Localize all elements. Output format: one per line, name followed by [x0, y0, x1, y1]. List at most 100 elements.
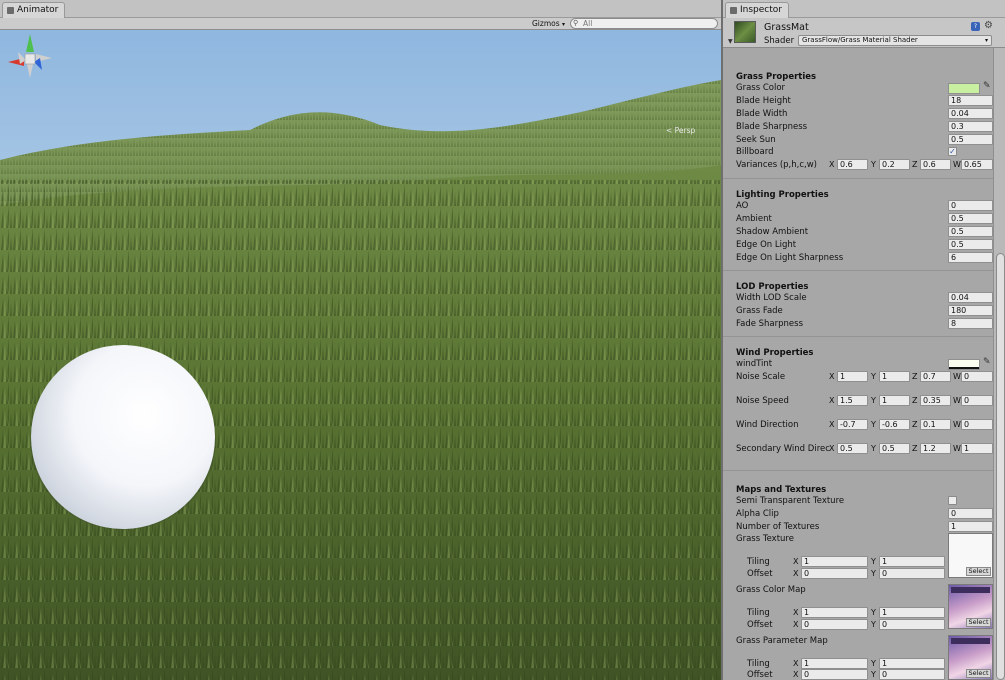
scene-viewport[interactable]: < Persp: [0, 30, 721, 680]
num-textures-field[interactable]: 1: [948, 521, 993, 532]
noise-speed-y-field[interactable]: 1: [879, 395, 910, 406]
wind-direction-y-field[interactable]: -0.6: [879, 419, 910, 430]
alpha-bar: [949, 367, 979, 369]
grass-fade-field[interactable]: 180: [948, 305, 993, 316]
variances-x-field[interactable]: 0.6: [837, 159, 868, 170]
ambient-field[interactable]: 0.5: [948, 213, 993, 224]
scene-toolbar: Gizmos ▾ ⚲ All: [0, 18, 721, 30]
shadow-ambient-field[interactable]: 0.5: [948, 226, 993, 237]
wind-tint-swatch[interactable]: [948, 359, 980, 370]
section-lighting-properties: Lighting Properties: [736, 190, 829, 200]
color-map-select-button[interactable]: Select: [966, 618, 991, 627]
noise-scale-x-field[interactable]: 1: [837, 371, 868, 382]
shader-dropdown[interactable]: GrassFlow/Grass Material Shader ▾: [798, 35, 992, 46]
grass-texture-offset-y-field[interactable]: 0: [879, 568, 945, 579]
axis-z-label: Z: [912, 396, 918, 405]
wind-direction-w-field[interactable]: 0: [961, 419, 993, 430]
color-map-label: Grass Color Map: [736, 585, 806, 595]
param-map-tiling-y-field[interactable]: 1: [879, 658, 945, 669]
material-properties: Grass Properties Grass Color ✎ Blade Hei…: [723, 48, 993, 680]
secondary-wind-w-field[interactable]: 1: [961, 443, 993, 454]
fade-sharpness-field[interactable]: 8: [948, 318, 993, 329]
grass-fade-label: Grass Fade: [736, 306, 783, 316]
billboard-checkbox[interactable]: ✓: [948, 147, 957, 156]
noise-scale-y-field[interactable]: 1: [879, 371, 910, 382]
inspector-panel: Inspector GrassMat Shader GrassFlow/Gras…: [721, 0, 1005, 680]
material-header: GrassMat Shader GrassFlow/Grass Material…: [723, 18, 1005, 48]
semi-transparent-checkbox[interactable]: [948, 496, 957, 505]
tiling-label: Tiling: [747, 557, 770, 567]
blade-width-label: Blade Width: [736, 109, 788, 119]
variances-z-field[interactable]: 0.6: [920, 159, 951, 170]
grass-texture-slot[interactable]: Select: [948, 533, 993, 578]
tab-inspector[interactable]: Inspector: [725, 2, 789, 18]
section-wind-properties: Wind Properties: [736, 348, 814, 358]
alpha-clip-field[interactable]: 0: [948, 508, 993, 519]
noise-scale-w-field[interactable]: 0: [961, 371, 993, 382]
alpha-clip-label: Alpha Clip: [736, 509, 779, 519]
blade-width-field[interactable]: 0.04: [948, 108, 993, 119]
scrollbar-thumb[interactable]: [996, 253, 1005, 680]
blade-sharpness-field[interactable]: 0.3: [948, 121, 993, 132]
inspector-scrollbar[interactable]: [993, 48, 1005, 680]
seek-sun-field[interactable]: 0.5: [948, 134, 993, 145]
search-icon: ⚲: [573, 19, 579, 27]
secondary-wind-z-field[interactable]: 1.2: [920, 443, 951, 454]
seek-sun-label: Seek Sun: [736, 135, 776, 145]
variances-y-field[interactable]: 0.2: [879, 159, 910, 170]
grass-texture-select-button[interactable]: Select: [966, 567, 991, 576]
grass-texture-offset-x-field[interactable]: 0: [801, 568, 868, 579]
grass-color-label: Grass Color: [736, 83, 786, 93]
noise-speed-x-field[interactable]: 1.5: [837, 395, 868, 406]
param-map-offset-x-field[interactable]: 0: [801, 669, 868, 680]
axis-x-label: X: [829, 420, 835, 429]
help-icon[interactable]: ?: [971, 22, 980, 31]
secondary-wind-y-field[interactable]: 0.5: [879, 443, 910, 454]
gear-icon[interactable]: ⚙: [984, 20, 993, 31]
eyedropper-icon[interactable]: ✎: [983, 81, 991, 91]
variances-w-field[interactable]: 0.65: [961, 159, 993, 170]
scene-view[interactable]: Animator Gizmos ▾ ⚲ All < Persp: [0, 0, 721, 680]
grass-texture-tiling-x-field[interactable]: 1: [801, 556, 868, 567]
wind-direction-x-field[interactable]: -0.7: [837, 419, 868, 430]
material-thumbnail: [734, 21, 756, 43]
param-map-select-button[interactable]: Select: [966, 669, 991, 678]
axis-w-label: W: [953, 444, 961, 453]
width-lod-field[interactable]: 0.04: [948, 292, 993, 303]
grass-texture-tiling-y-field[interactable]: 1: [879, 556, 945, 567]
color-map-tiling-x-field[interactable]: 1: [801, 607, 868, 618]
semi-transparent-label: Semi Transparent Texture: [736, 496, 845, 506]
color-map-slot[interactable]: Select: [948, 584, 993, 629]
gizmos-button[interactable]: Gizmos ▾: [528, 18, 569, 29]
axis-y-label: Y: [871, 620, 876, 629]
color-map-offset-x-field[interactable]: 0: [801, 619, 868, 630]
offset-label: Offset: [747, 569, 773, 579]
billboard-label: Billboard: [736, 147, 774, 157]
blade-height-field[interactable]: 18: [948, 95, 993, 106]
scene-search-input[interactable]: ⚲ All: [570, 18, 718, 29]
shader-label: Shader: [764, 36, 795, 46]
edge-on-light-label: Edge On Light: [736, 240, 797, 250]
wind-direction-z-field[interactable]: 0.1: [920, 419, 951, 430]
eyedropper-icon[interactable]: ✎: [983, 357, 991, 367]
tab-animator[interactable]: Animator: [2, 2, 66, 18]
grass-color-swatch[interactable]: [948, 83, 980, 94]
orientation-gizmo-icon[interactable]: [0, 30, 60, 100]
noise-scale-z-field[interactable]: 0.7: [920, 371, 951, 382]
fade-sharpness-label: Fade Sharpness: [736, 319, 803, 329]
persp-label[interactable]: < Persp: [666, 126, 695, 135]
param-map-offset-y-field[interactable]: 0: [879, 669, 945, 680]
foldout-arrow-icon[interactable]: ▼: [728, 38, 733, 45]
param-map-slot[interactable]: Select: [948, 635, 993, 680]
edge-sharpness-field[interactable]: 6: [948, 252, 993, 263]
noise-speed-w-field[interactable]: 0: [961, 395, 993, 406]
color-map-tiling-y-field[interactable]: 1: [879, 607, 945, 618]
section-lod-properties: LOD Properties: [736, 282, 809, 292]
noise-speed-z-field[interactable]: 0.35: [920, 395, 951, 406]
secondary-wind-x-field[interactable]: 0.5: [837, 443, 868, 454]
edge-on-light-field[interactable]: 0.5: [948, 239, 993, 250]
color-map-offset-y-field[interactable]: 0: [879, 619, 945, 630]
axis-z-label: Z: [912, 444, 918, 453]
param-map-tiling-x-field[interactable]: 1: [801, 658, 868, 669]
ao-field[interactable]: 0: [948, 200, 993, 211]
